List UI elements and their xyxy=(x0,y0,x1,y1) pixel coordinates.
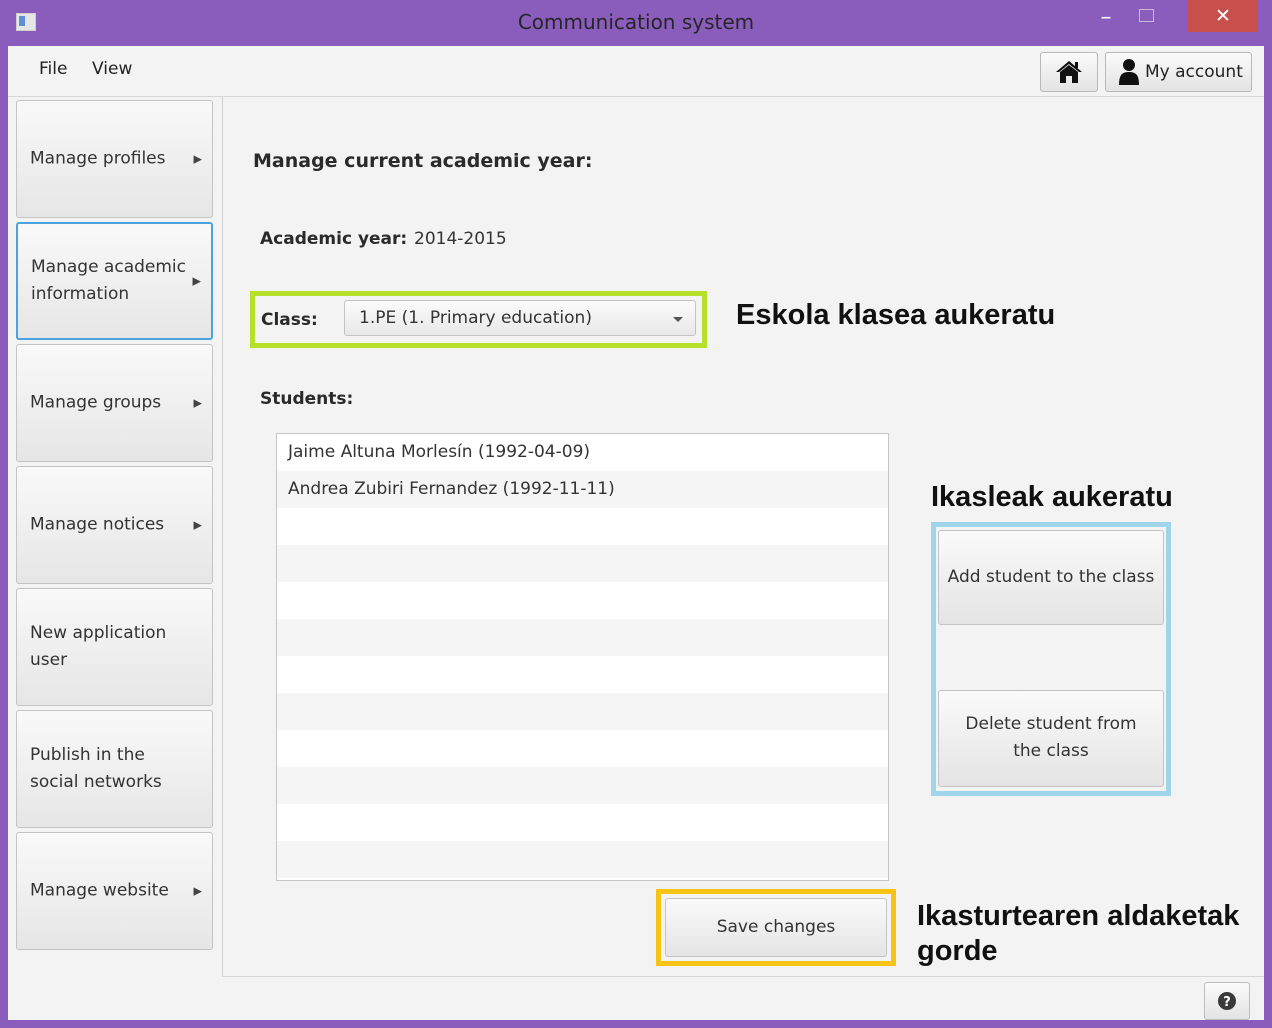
sidebar-item-label: Manage academic information xyxy=(31,257,186,304)
arrow-right-icon: ▶ xyxy=(193,518,202,532)
delete-student-button[interactable]: Delete student from the class xyxy=(938,690,1164,787)
chevron-down-icon xyxy=(673,317,683,322)
client-area: File View My account Manage profiles ▶ M… xyxy=(8,46,1264,1020)
sidebar-item-new-application-user[interactable]: New application user xyxy=(16,588,213,706)
list-row-empty xyxy=(277,730,888,767)
list-row-empty xyxy=(277,582,888,619)
list-item[interactable]: Jaime Altuna Morlesín (1992-04-09) xyxy=(277,434,888,471)
list-item-text: Andrea Zubiri Fernandez (1992-11-11) xyxy=(288,479,615,499)
class-select[interactable]: 1.PE (1. Primary education) xyxy=(344,300,696,336)
sidebar-item-manage-academic-information[interactable]: Manage academic information ▶ xyxy=(16,222,213,340)
list-item[interactable]: Andrea Zubiri Fernandez (1992-11-11) xyxy=(277,471,888,508)
arrow-right-icon: ▶ xyxy=(193,884,202,898)
annotation-class: Eskola klasea aukeratu xyxy=(736,299,1056,331)
annotation-save-line1: Ikasturtearen aldaketak xyxy=(917,900,1240,932)
arrow-right-icon: ▶ xyxy=(193,152,202,166)
svg-text:?: ? xyxy=(1223,995,1231,1010)
annotation-students: Ikasleak aukeratu xyxy=(931,481,1173,513)
title-bar: Communication system – ✕ xyxy=(0,0,1272,46)
arrow-right-icon: ▶ xyxy=(192,274,201,288)
list-row-empty xyxy=(277,767,888,804)
list-row-empty xyxy=(277,619,888,656)
my-account-label: My account xyxy=(1145,62,1243,82)
close-button[interactable]: ✕ xyxy=(1188,0,1258,32)
menu-view[interactable]: View xyxy=(92,59,132,79)
sidebar: Manage profiles ▶ Manage academic inform… xyxy=(8,97,223,977)
list-row-empty xyxy=(277,545,888,582)
sidebar-item-label: Manage profiles xyxy=(30,148,166,169)
minimize-button[interactable]: – xyxy=(1086,5,1126,35)
sidebar-item-manage-profiles[interactable]: Manage profiles ▶ xyxy=(16,100,213,218)
status-divider xyxy=(222,976,1264,977)
my-account-button[interactable]: My account xyxy=(1105,52,1252,92)
academic-year-label: Academic year: xyxy=(260,229,408,249)
help-icon: ? xyxy=(1218,992,1236,1010)
sidebar-item-publish-social-networks[interactable]: Publish in the social networks xyxy=(16,710,213,828)
user-icon xyxy=(1119,59,1139,85)
list-item-text: Jaime Altuna Morlesín (1992-04-09) xyxy=(288,442,591,462)
menu-file[interactable]: File xyxy=(39,59,67,79)
list-row-empty xyxy=(277,693,888,730)
save-changes-button[interactable]: Save changes xyxy=(665,898,887,957)
academic-year-value: 2014-2015 xyxy=(414,229,507,249)
sidebar-item-manage-website[interactable]: Manage website ▶ xyxy=(16,832,213,950)
list-row-empty xyxy=(277,656,888,693)
sidebar-item-label: Publish in the social networks xyxy=(30,745,162,792)
help-button[interactable]: ? xyxy=(1204,982,1250,1020)
class-label: Class: xyxy=(261,310,318,330)
maximize-button[interactable] xyxy=(1126,5,1166,35)
sidebar-item-label: Manage groups xyxy=(30,392,162,413)
class-selected-value: 1.PE (1. Primary education) xyxy=(359,308,592,328)
sidebar-item-manage-notices[interactable]: Manage notices ▶ xyxy=(16,466,213,584)
arrow-right-icon: ▶ xyxy=(193,396,202,410)
students-list[interactable]: Jaime Altuna Morlesín (1992-04-09) Andre… xyxy=(276,433,889,881)
add-student-button[interactable]: Add student to the class xyxy=(938,530,1164,625)
sidebar-item-label: New application user xyxy=(30,623,167,670)
sidebar-item-label: Manage notices xyxy=(30,514,165,535)
menu-bar: File View My account xyxy=(8,46,1264,97)
students-label: Students: xyxy=(260,389,354,409)
sidebar-item-manage-groups[interactable]: Manage groups ▶ xyxy=(16,344,213,462)
window-title: Communication system xyxy=(517,10,755,34)
page-title: Manage current academic year: xyxy=(253,150,593,172)
list-row-empty xyxy=(277,804,888,841)
sidebar-item-label: Manage website xyxy=(30,880,169,901)
home-icon xyxy=(1056,61,1082,83)
list-row-empty xyxy=(277,508,888,545)
list-row-empty xyxy=(277,841,888,878)
home-button[interactable] xyxy=(1040,52,1098,92)
annotation-save-line2: gorde xyxy=(917,935,998,967)
